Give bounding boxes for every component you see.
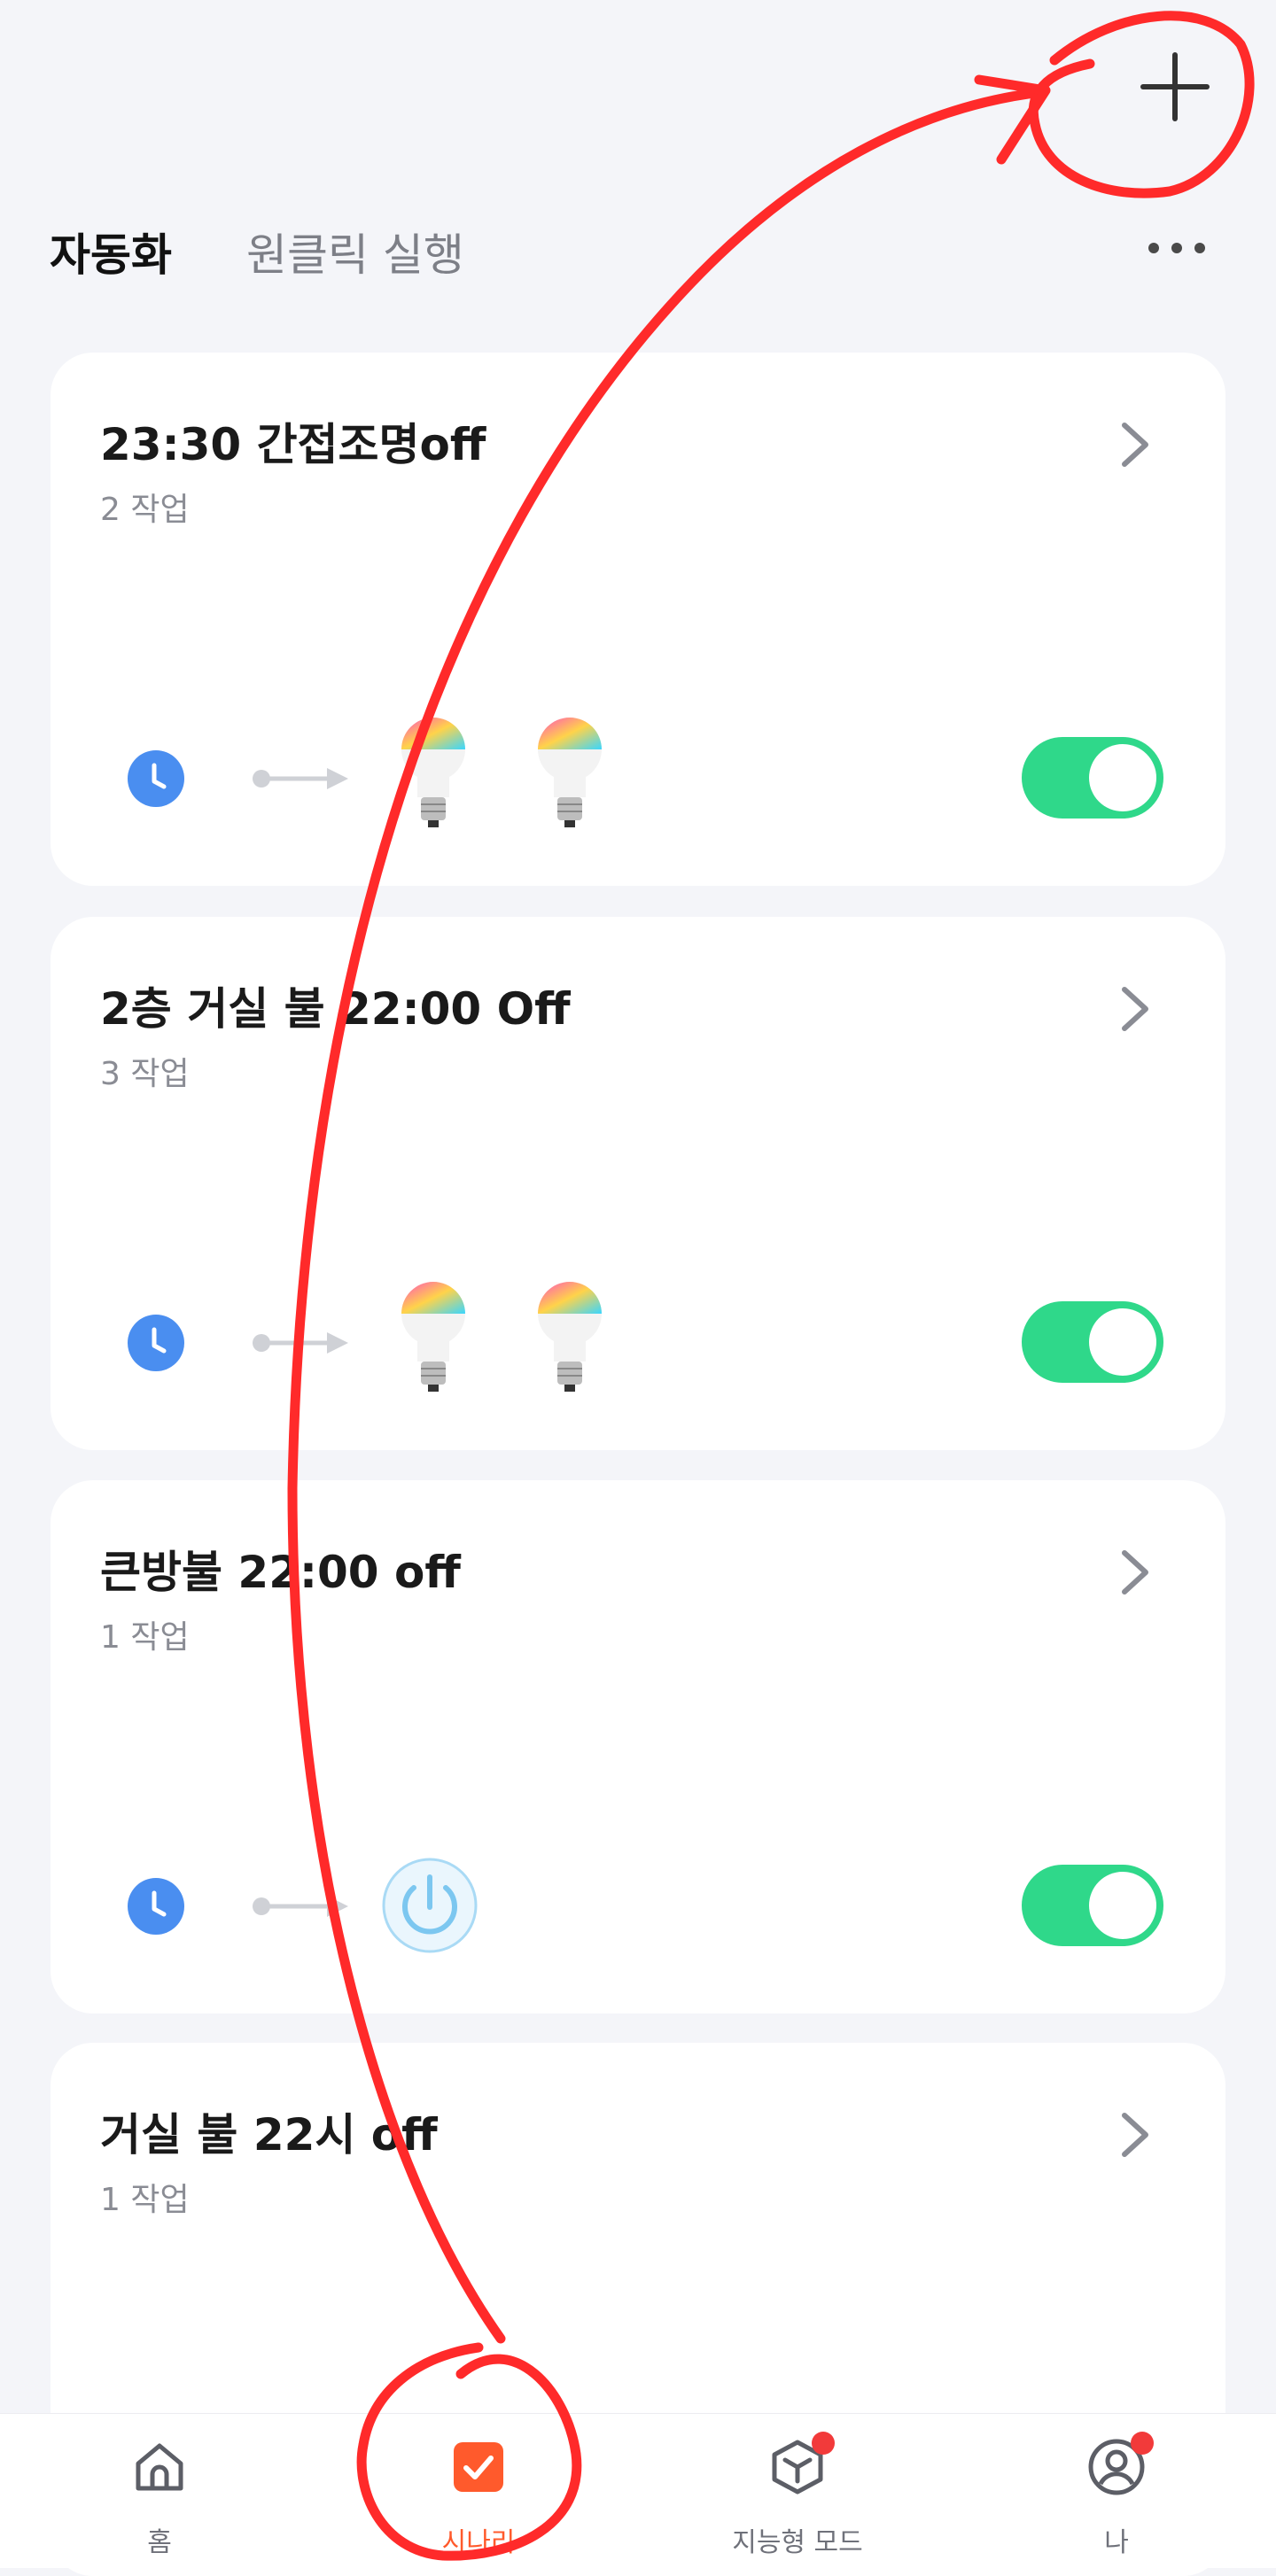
card-task-count: 1 작업 xyxy=(100,1619,190,1656)
nav-item-me[interactable]: 나 xyxy=(1028,2414,1205,2568)
bulb-icon xyxy=(538,718,602,827)
annotation-arrowhead xyxy=(974,74,1051,165)
automation-card[interactable]: 2층 거실 불 22:00 Off 3 작업 xyxy=(51,917,1225,1450)
add-scenario-button[interactable] xyxy=(1132,44,1218,129)
notification-badge xyxy=(1131,2432,1154,2455)
toggle-knob xyxy=(1089,1308,1156,1376)
bulb-icon xyxy=(538,1282,602,1392)
card-task-count: 3 작업 xyxy=(100,1056,190,1092)
chevron-right-icon[interactable] xyxy=(1114,982,1158,1036)
notification-badge xyxy=(812,2432,835,2455)
nav-item-home[interactable]: 홈 xyxy=(71,2414,248,2568)
bulb-icon xyxy=(401,1282,465,1392)
tab-automation[interactable]: 자동화 xyxy=(50,220,172,283)
clock-icon xyxy=(128,1315,184,1371)
chevron-right-icon[interactable] xyxy=(1114,418,1158,471)
card-title: 거실 불 22시 off xyxy=(100,2109,438,2161)
nav-item-smart-mode[interactable]: 지능형 모드 xyxy=(709,2414,886,2568)
clock-icon xyxy=(128,750,184,807)
arrow-right-icon xyxy=(253,1332,348,1354)
nav-label: 나 xyxy=(1104,2527,1129,2558)
card-task-count: 2 작업 xyxy=(100,492,190,528)
tab-one-click[interactable]: 원클릭 실행 xyxy=(246,220,464,283)
arrow-right-icon xyxy=(253,1896,348,1917)
bottom-navigation: 홈 시나리 지능형 모드 나 xyxy=(0,2413,1276,2568)
plus-icon xyxy=(1140,52,1210,121)
scenario-tabs: 자동화 원클릭 실행 xyxy=(50,220,464,283)
more-options-button[interactable] xyxy=(1145,232,1209,264)
automation-card[interactable]: 23:30 간접조명off 2 작업 xyxy=(51,353,1225,886)
card-task-count: 1 작업 xyxy=(100,2182,190,2218)
card-title: 23:30 간접조명off xyxy=(100,419,486,470)
enable-toggle[interactable] xyxy=(1022,1865,1163,1946)
arrow-right-icon xyxy=(253,768,348,789)
nav-label: 시나리 xyxy=(441,2527,516,2558)
chevron-right-icon[interactable] xyxy=(1114,2108,1158,2161)
toggle-knob xyxy=(1089,744,1156,811)
card-title: 큰방불 22:00 off xyxy=(100,1547,461,1598)
bulb-icon xyxy=(401,718,465,827)
nav-item-scenario[interactable]: 시나리 xyxy=(390,2414,567,2568)
nav-label: 홈 xyxy=(147,2527,172,2558)
automation-card[interactable]: 큰방불 22:00 off 1 작업 xyxy=(51,1480,1225,2013)
toggle-knob xyxy=(1089,1872,1156,1939)
clock-icon xyxy=(128,1878,184,1935)
power-icon xyxy=(382,1858,478,1953)
home-icon xyxy=(136,2443,183,2491)
chevron-right-icon[interactable] xyxy=(1114,1546,1158,1599)
nav-label: 지능형 모드 xyxy=(732,2527,863,2558)
enable-toggle[interactable] xyxy=(1022,737,1163,819)
more-horizontal-icon xyxy=(1148,243,1205,253)
scenario-check-icon xyxy=(454,2442,503,2492)
enable-toggle[interactable] xyxy=(1022,1301,1163,1383)
card-title: 2층 거실 불 22:00 Off xyxy=(100,983,571,1035)
